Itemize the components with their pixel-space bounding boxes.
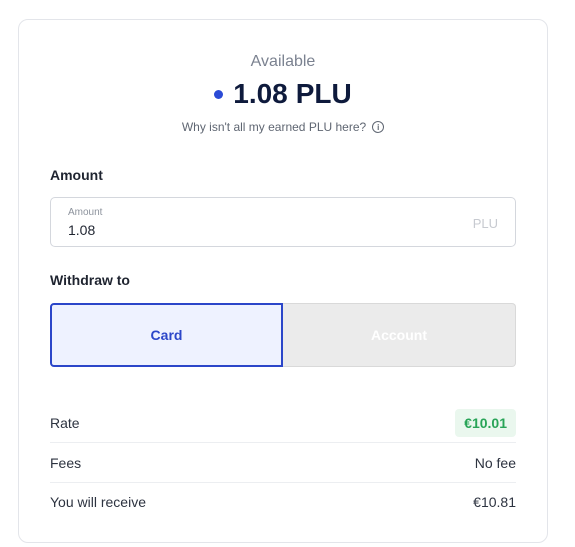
- fees-label: Fees: [50, 454, 82, 471]
- available-label: Available: [250, 53, 316, 70]
- withdraw-to-label: Withdraw to: [50, 272, 130, 288]
- receive-row: You will receive €10.81: [50, 482, 516, 522]
- fees-value: No fee: [474, 454, 516, 471]
- amount-unit: PLU: [472, 216, 498, 231]
- withdraw-to-card-button[interactable]: Card: [50, 303, 283, 367]
- why-not-all-plu-row: Why isn't all my earned PLU here? i: [19, 120, 547, 134]
- amount-section-label: Amount: [50, 167, 103, 183]
- rate-label: Rate: [50, 414, 80, 431]
- amount-input[interactable]: [68, 222, 448, 238]
- withdraw-card: Available 1.08 PLU Why isn't all my earn…: [18, 19, 548, 543]
- receive-label: You will receive: [50, 494, 146, 510]
- balance-display: 1.08 PLU: [19, 78, 547, 110]
- amount-field-label: Amount: [68, 207, 103, 218]
- why-not-all-plu-text: Why isn't all my earned PLU here?: [181, 120, 367, 134]
- withdraw-to-account-button[interactable]: Account: [283, 303, 516, 367]
- info-circle-icon[interactable]: i: [372, 121, 385, 133]
- amount-field[interactable]: Amount PLU: [50, 197, 516, 247]
- rate-row: Rate €10.01: [50, 403, 516, 443]
- balance-dot-icon: [214, 89, 224, 99]
- rate-value-badge: €10.01: [455, 408, 516, 437]
- receive-value: €10.81: [473, 494, 516, 510]
- fees-row: Fees No fee: [50, 443, 516, 483]
- balance-value: 1.08: [233, 78, 288, 109]
- balance-unit: PLU: [295, 78, 352, 109]
